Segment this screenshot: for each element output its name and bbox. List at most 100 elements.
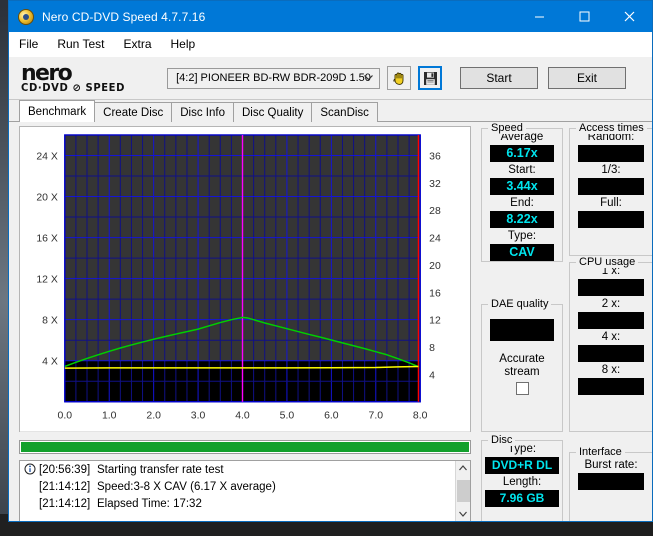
accurate-stream-label-1: Accurate	[499, 353, 545, 365]
access-third-value	[578, 178, 644, 195]
access-random-value	[578, 145, 644, 162]
logo-tagline: CD·DVD ⊘ SPEED	[21, 82, 126, 94]
speed-end-label: End:	[510, 197, 534, 209]
disc-type-value: DVD+R DL	[485, 457, 559, 474]
progress-bar-fill	[21, 442, 469, 452]
svg-text:20 X: 20 X	[36, 193, 58, 204]
app-icon	[18, 8, 34, 25]
floppy-save-icon	[423, 71, 437, 85]
title-bar: Nero CD-DVD Speed 4.7.7.16	[9, 1, 652, 32]
svg-text:12: 12	[429, 316, 441, 327]
svg-text:16: 16	[429, 288, 441, 299]
list-item: [21:14:12] Speed:3-8 X CAV (6.17 X avera…	[20, 478, 470, 495]
access-third-label: 1/3:	[601, 164, 621, 176]
nero-logo: nero CD·DVD ⊘ SPEED	[21, 60, 149, 94]
drive-select-value: [4:2] PIONEER BD-RW BDR-209D 1.50	[176, 72, 371, 84]
log-timestamp: [21:14:12]	[39, 480, 91, 493]
menu-item-file[interactable]: File	[19, 37, 38, 51]
svg-text:7.0: 7.0	[369, 411, 384, 422]
disc-length-value: 7.96 GB	[485, 490, 559, 507]
speed-panel: Speed Average 6.17x Start: 3.44x End: 8.…	[481, 122, 563, 262]
speed-end-value: 8.22x	[490, 211, 554, 228]
logo-wordmark: nero	[21, 60, 73, 86]
cpu-8x-value	[578, 378, 644, 395]
log-scrollbar[interactable]	[455, 461, 470, 521]
svg-text:6.0: 6.0	[324, 411, 339, 422]
svg-text:32: 32	[429, 179, 441, 190]
list-item: [20:56:39] Starting transfer rate test	[20, 461, 470, 478]
svg-text:8.0: 8.0	[413, 411, 428, 422]
speed-start-value: 3.44x	[490, 178, 554, 195]
svg-text:20: 20	[429, 261, 441, 272]
scroll-up-icon[interactable]	[459, 461, 467, 474]
disc-length-label: Length:	[502, 476, 542, 488]
dae-quality-panel: DAE quality Accurate stream	[481, 298, 563, 432]
tab-create-disc[interactable]: Create Disc	[94, 102, 173, 122]
minimize-button[interactable]	[517, 1, 562, 32]
svg-text:36: 36	[429, 151, 441, 162]
close-button[interactable]	[607, 1, 652, 32]
eject-hand-button[interactable]	[387, 66, 411, 90]
cpu-2x-label: 2 x:	[601, 298, 621, 310]
interface-panel-title: Interface	[576, 446, 625, 458]
info-icon	[24, 463, 38, 476]
scroll-down-icon[interactable]	[459, 508, 467, 521]
accurate-stream-label-2: stream	[504, 366, 540, 378]
tab-disc-quality[interactable]: Disc Quality	[233, 102, 313, 122]
svg-text:8 X: 8 X	[42, 316, 58, 327]
access-times-panel: Access times Random: 1/3: Full:	[569, 122, 652, 256]
svg-text:28: 28	[429, 206, 441, 217]
burst-rate-value	[578, 473, 644, 490]
svg-text:24: 24	[429, 234, 441, 245]
log-text: Elapsed Time: 17:32	[97, 497, 202, 510]
speed-average-value: 6.17x	[490, 145, 554, 162]
disc-panel: Disc Type: DVD+R DL Length: 7.96 GB	[481, 434, 563, 521]
interface-panel: Interface Burst rate:	[569, 446, 652, 521]
dae-quality-value	[490, 319, 554, 341]
chevron-down-icon	[364, 73, 373, 83]
scrollbar-thumb[interactable]	[456, 480, 470, 502]
application-window: Nero CD-DVD Speed 4.7.7.16 File Run Test…	[8, 0, 653, 522]
log-list[interactable]: [20:56:39] Starting transfer rate test […	[19, 460, 471, 521]
svg-text:3.0: 3.0	[191, 411, 206, 422]
tab-disc-info[interactable]: Disc Info	[171, 102, 234, 122]
window-controls	[517, 1, 652, 32]
burst-rate-label: Burst rate:	[584, 459, 638, 471]
accurate-stream-checkbox[interactable]	[515, 382, 529, 395]
svg-text:5.0: 5.0	[280, 411, 295, 422]
dae-quality-panel-title: DAE quality	[488, 298, 552, 310]
svg-text:12 X: 12 X	[36, 275, 58, 286]
svg-text:4: 4	[429, 370, 435, 381]
menu-item-run-test[interactable]: Run Test	[57, 37, 104, 51]
speed-type-value: CAV	[490, 244, 554, 261]
hand-icon	[393, 72, 404, 85]
menu-item-help[interactable]: Help	[171, 37, 196, 51]
benchmark-panel: 4 X 8 X 12 X 16 X 20 X 24 X 4 8 12 16 20 24 28 32 36 0.…	[9, 122, 652, 521]
access-times-panel-title: Access times	[576, 122, 647, 134]
log-timestamp: [21:14:12]	[39, 497, 91, 510]
svg-text:4.0: 4.0	[235, 411, 250, 422]
menu-item-extra[interactable]: Extra	[123, 37, 151, 51]
start-button[interactable]: Start	[460, 67, 538, 89]
log-text: Starting transfer rate test	[97, 463, 224, 476]
exit-button[interactable]: Exit	[548, 67, 626, 89]
save-button[interactable]	[418, 66, 442, 90]
cpu-8x-label: 8 x:	[601, 364, 621, 376]
cpu-usage-panel: CPU usage 1 x: 2 x: 4 x: 8 x:	[569, 256, 652, 432]
cpu-usage-panel-title: CPU usage	[576, 256, 639, 268]
svg-text:4 X: 4 X	[42, 357, 58, 368]
access-full-label: Full:	[600, 197, 622, 209]
speed-type-label: Type:	[507, 230, 537, 242]
speed-panel-title: Speed	[488, 122, 526, 134]
log-text: Speed:3-8 X CAV (6.17 X average)	[97, 480, 276, 493]
benchmark-chart: 4 X 8 X 12 X 16 X 20 X 24 X 4 8 12 16 20 24 28 32 36 0.…	[19, 126, 471, 432]
svg-text:24 X: 24 X	[36, 151, 58, 162]
svg-text:1.0: 1.0	[102, 411, 117, 422]
window-title: Nero CD-DVD Speed 4.7.7.16	[42, 9, 206, 24]
drive-select[interactable]: [4:2] PIONEER BD-RW BDR-209D 1.50	[167, 67, 380, 89]
tab-scandisc[interactable]: ScanDisc	[311, 102, 378, 122]
log-timestamp: [20:56:39]	[39, 463, 91, 476]
svg-text:0.0: 0.0	[58, 411, 73, 422]
tab-benchmark[interactable]: Benchmark	[19, 100, 96, 122]
maximize-button[interactable]	[562, 1, 607, 32]
